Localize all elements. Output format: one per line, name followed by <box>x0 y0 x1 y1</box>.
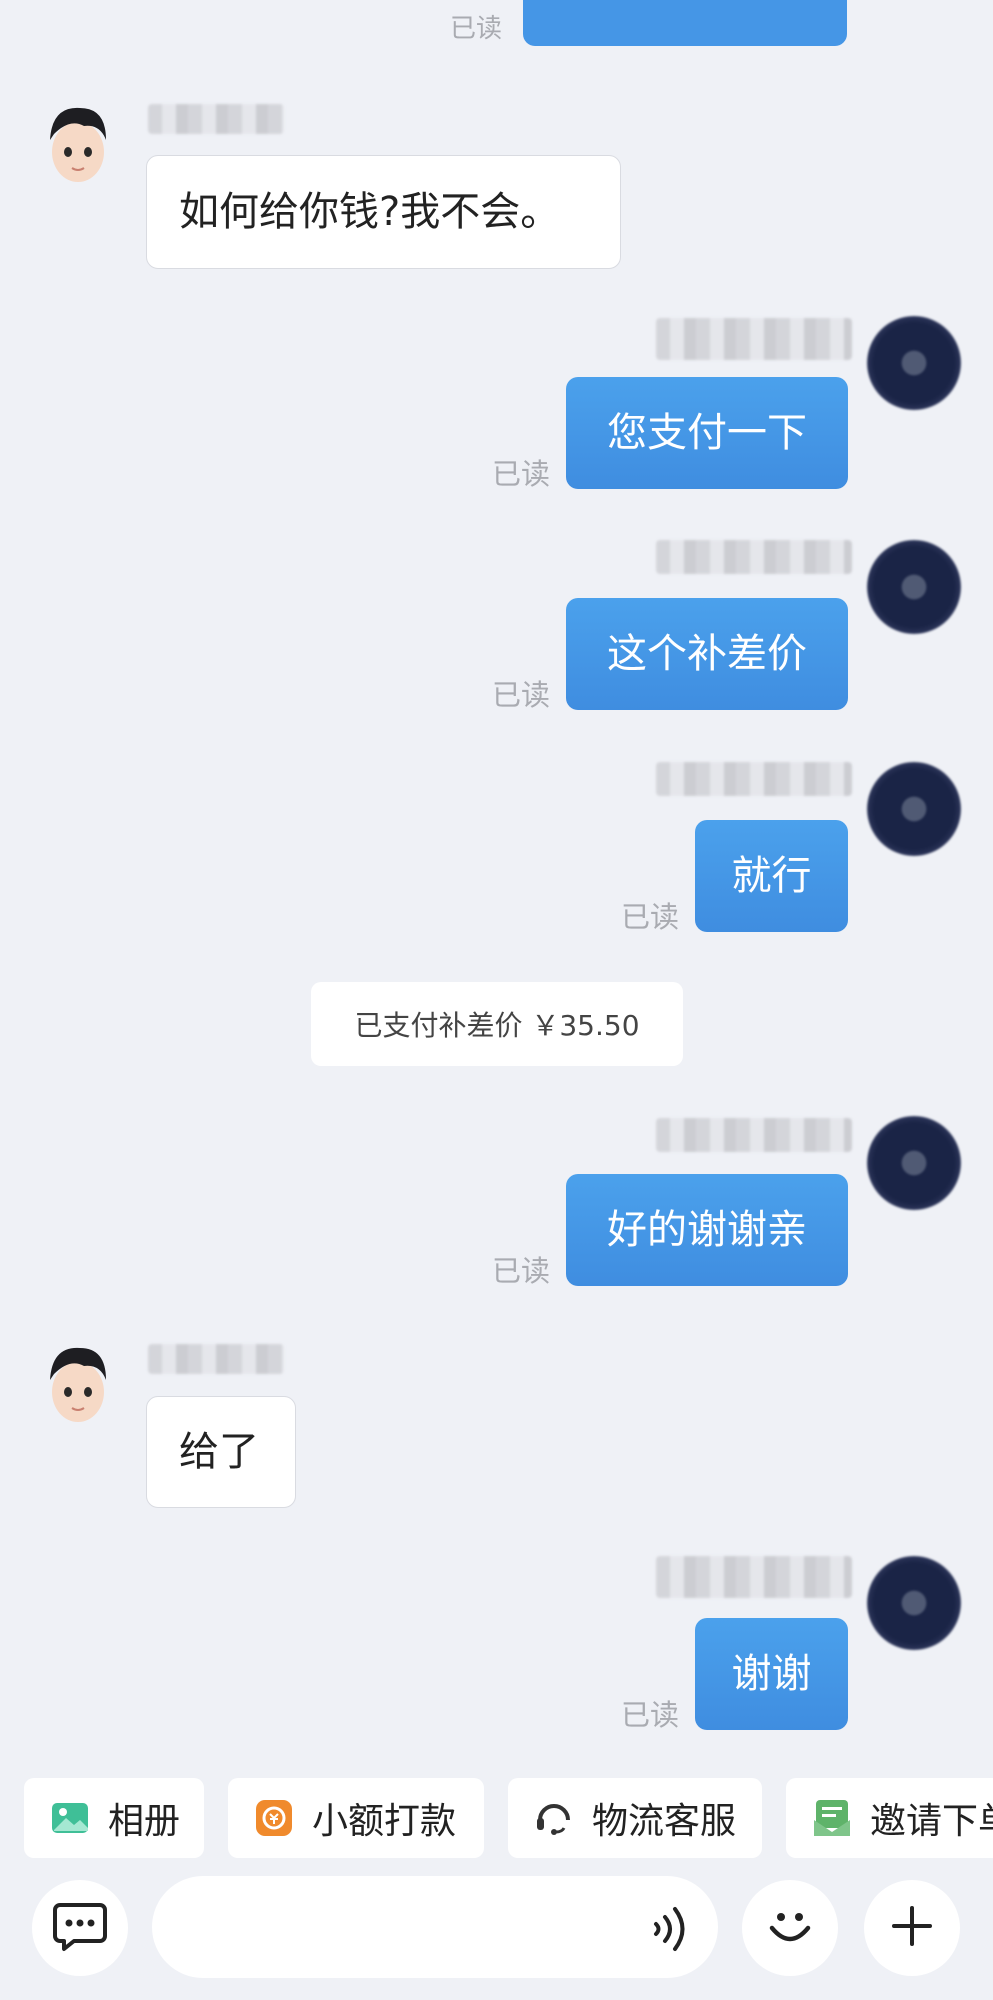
more-button[interactable] <box>864 1880 960 1976</box>
invite-order-icon <box>812 1798 852 1838</box>
quick-action-photo-album[interactable]: 相册 <box>24 1778 204 1858</box>
avatar-self[interactable] <box>867 316 961 410</box>
quick-action-label: 物流客服 <box>592 1801 737 1842</box>
message-mode-button[interactable] <box>32 1880 128 1976</box>
customer-service-icon <box>534 1798 574 1838</box>
message-text: 这个补差价 <box>607 631 807 677</box>
message-bubble-out[interactable] <box>523 0 847 46</box>
avatar-self[interactable] <box>867 762 961 856</box>
message-input[interactable] <box>152 1876 718 1978</box>
payment-icon <box>254 1798 294 1838</box>
sender-name <box>656 318 852 360</box>
quick-action-invite-order[interactable]: 邀请下单 <box>786 1778 993 1858</box>
contact-name <box>148 104 284 134</box>
avatar-contact[interactable] <box>40 1340 116 1426</box>
read-status: 已读 <box>492 457 551 491</box>
quick-action-label: 小额打款 <box>312 1801 457 1842</box>
message-bubble-out[interactable]: 谢谢 <box>695 1618 848 1730</box>
message-text: 谢谢 <box>731 1651 812 1697</box>
contact-name <box>148 1344 284 1374</box>
read-status: 已读 <box>492 678 551 712</box>
sender-name <box>656 1556 852 1598</box>
chat-bubble-icon <box>52 1899 108 1957</box>
quick-action-logistics-service[interactable]: 物流客服 <box>508 1778 762 1858</box>
emoji-button[interactable] <box>742 1880 838 1976</box>
avatar-self[interactable] <box>867 1556 961 1650</box>
payment-notice: 已支付补差价 ￥35.50 <box>311 982 683 1066</box>
message-text: 就行 <box>731 853 812 899</box>
quick-action-label: 相册 <box>108 1801 181 1842</box>
smile-icon <box>764 1900 816 1956</box>
message-bubble-out[interactable]: 好的谢谢亲 <box>566 1174 848 1286</box>
message-bubble-out[interactable]: 就行 <box>695 820 848 932</box>
sender-name <box>656 762 852 796</box>
avatar-contact[interactable] <box>40 100 116 186</box>
avatar-self[interactable] <box>867 540 961 634</box>
message-text: 给了 <box>179 1429 259 1475</box>
message-bubble-in[interactable]: 如何给你钱?我不会。 <box>146 155 621 269</box>
photo-album-icon <box>50 1798 90 1838</box>
payment-notice-text: 已支付补差价 ￥35.50 <box>354 1009 640 1042</box>
voice-wave-icon[interactable] <box>650 1904 694 1954</box>
sender-name <box>656 540 852 574</box>
message-text: 如何给你钱?我不会。 <box>179 189 561 235</box>
message-text: 您支付一下 <box>607 410 807 456</box>
plus-icon <box>890 1904 934 1952</box>
quick-action-label: 邀请下单 <box>870 1801 993 1842</box>
avatar-self[interactable] <box>867 1116 961 1210</box>
message-bubble-in[interactable]: 给了 <box>146 1396 296 1508</box>
read-status: 已读 <box>450 14 503 44</box>
read-status: 已读 <box>492 1254 551 1288</box>
sender-name <box>656 1118 852 1152</box>
message-bubble-out[interactable]: 您支付一下 <box>566 377 848 489</box>
read-status: 已读 <box>621 900 680 934</box>
message-text: 好的谢谢亲 <box>607 1207 807 1253</box>
read-status: 已读 <box>621 1698 680 1732</box>
message-bubble-out[interactable]: 这个补差价 <box>566 598 848 710</box>
quick-action-small-payment[interactable]: 小额打款 <box>228 1778 484 1858</box>
